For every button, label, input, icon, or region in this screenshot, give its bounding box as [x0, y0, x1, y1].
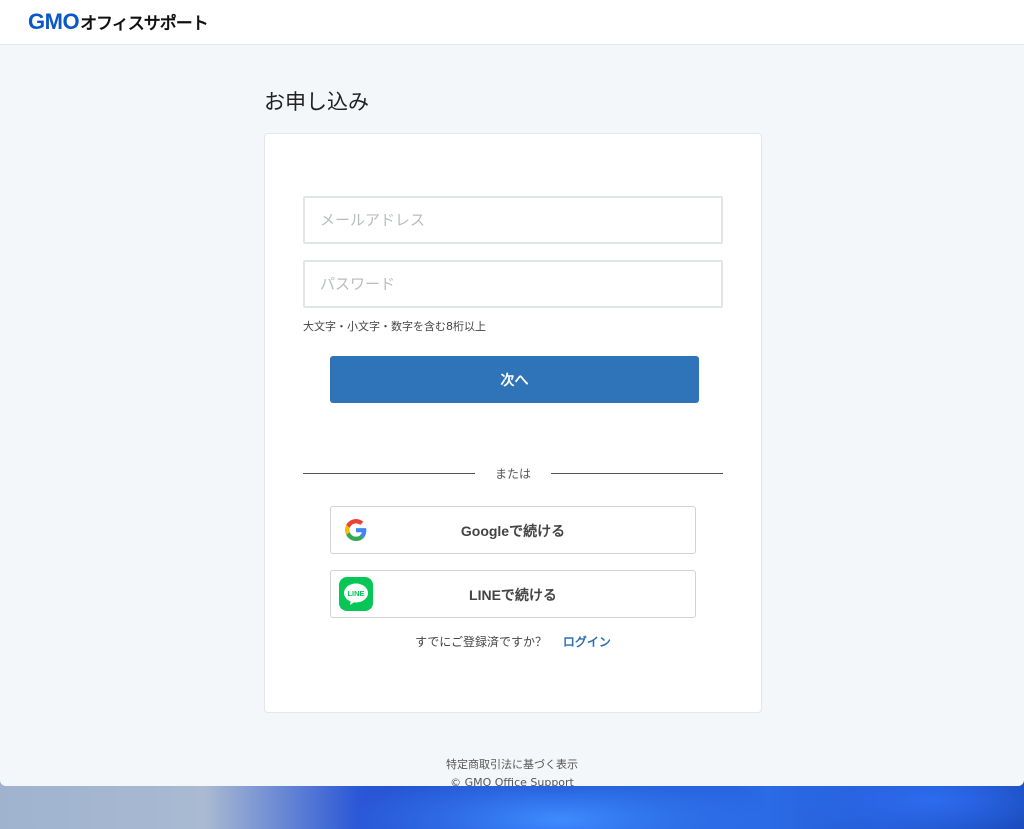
password-hint: 大文字・小文字・数字を含む8桁以上 [303, 320, 486, 333]
divider-left [303, 473, 475, 474]
or-separator: または [494, 467, 531, 481]
legal-notice-link[interactable]: 特定商取引法に基づく表示 [0, 756, 1024, 772]
page-title: お申し込み [264, 90, 369, 114]
line-continue-button[interactable]: LINE LINEで続ける [330, 570, 696, 618]
divider-right [551, 473, 723, 474]
site-header: GMO オフィスサポート [0, 0, 1024, 45]
google-continue-label: Googleで続ける [460, 523, 566, 539]
login-prompt: すでにご登録済ですか？ ログイン [265, 633, 761, 650]
signup-card: 大文字・小文字・数字を含む8桁以上 次へ または Googleで続ける LINE [264, 133, 762, 713]
line-continue-label: LINEで続ける [469, 587, 557, 603]
google-continue-button[interactable]: Googleで続ける [330, 506, 696, 554]
logo-gmo: GMO [28, 9, 80, 34]
browser-window: GMO オフィスサポート お申し込み 大文字・小文字・数字を含む8桁以上 次へ … [0, 0, 1024, 786]
copyright: © GMO Office Support [450, 776, 574, 786]
already-registered-text: すでにご登録済ですか？ [415, 635, 548, 649]
site-logo[interactable]: GMO オフィスサポート [28, 9, 209, 35]
email-input[interactable] [303, 196, 723, 244]
logo-office-support: オフィスサポート [80, 14, 209, 34]
next-button[interactable]: 次へ [330, 356, 699, 403]
login-link[interactable]: ログイン [563, 635, 611, 649]
password-input[interactable] [303, 260, 723, 308]
